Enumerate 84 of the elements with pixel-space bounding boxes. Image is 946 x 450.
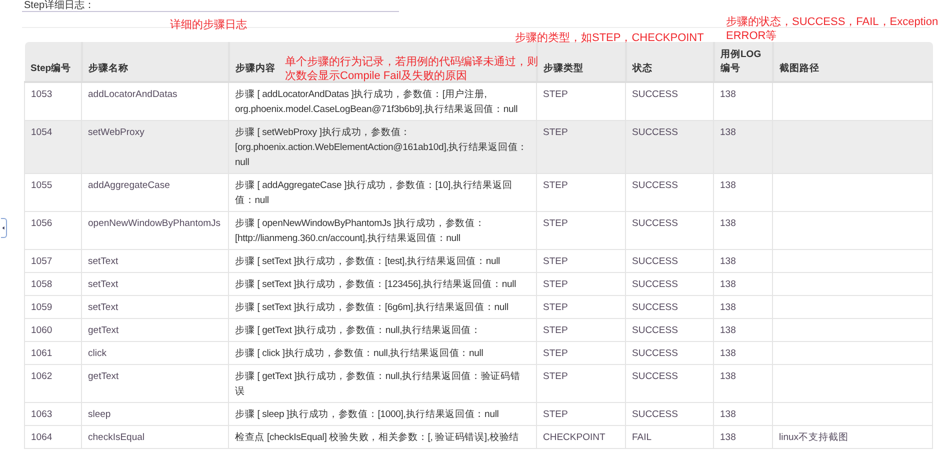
step-name-cell: click xyxy=(88,348,106,359)
status-cell: SUCCESS xyxy=(632,256,678,267)
column-header: 截图路径 xyxy=(772,42,932,82)
step-name-cell: setWebProxy xyxy=(88,127,144,138)
step-type-cell: STEP xyxy=(543,371,568,382)
step-id-cell: 1055 xyxy=(31,180,52,191)
step-id-cell: 1054 xyxy=(31,127,52,138)
step-content-cell: 步骤 [ setWebProxy ]执行成功，参数值：[org.phoenix.action.WebElementAction@161ab10d],执行结果返回值：null xyxy=(235,127,528,168)
step-name-cell: sleep xyxy=(88,409,111,420)
step-content-cell: 步骤 [ getText ]执行成功，参数值：null,执行结果返回值：验证码错误 xyxy=(235,371,520,397)
column-header: 用例LOG编号 xyxy=(714,42,772,82)
status-cell: SUCCESS xyxy=(632,325,678,336)
log-id-cell: 138 xyxy=(720,302,736,313)
step-content-cell: 检查点 [checkIsEqual] 校验失败，相关参数：[, 验证码错误],校验结 xyxy=(235,432,519,443)
step-id-cell: 1058 xyxy=(31,279,52,290)
step-name-cell: getText xyxy=(88,325,119,336)
column-header: 步骤名称 xyxy=(82,42,228,82)
step-content-cell: 步骤 [ sleep ]执行成功，参数值：[1000],执行结果返回值：null xyxy=(235,409,499,420)
log-id-cell: 138 xyxy=(720,371,736,382)
step-content-cell: 步骤 [ setText ]执行成功，参数值：[6g6m],执行结果返回值：null xyxy=(235,302,508,313)
status-cell: SUCCESS xyxy=(632,127,678,138)
status-cell: SUCCESS xyxy=(632,371,678,382)
step-name-cell: setText xyxy=(88,302,118,313)
status-cell: SUCCESS xyxy=(632,279,678,290)
step-id-cell: 1057 xyxy=(31,256,52,267)
step-type-cell: STEP xyxy=(543,325,568,336)
step-type-cell: STEP xyxy=(543,256,568,267)
status-cell: SUCCESS xyxy=(632,180,678,191)
status-cell: SUCCESS xyxy=(632,348,678,359)
step-id-cell: 1056 xyxy=(31,218,52,229)
step-content-cell: 步骤 [ openNewWindowByPhantomJs ]执行成功，参数值：[http://lianmeng.360.cn/account],执行结果返回值：null xyxy=(235,218,485,244)
step-type-cell: STEP xyxy=(543,302,568,313)
step-id-cell: 1063 xyxy=(31,409,52,420)
log-id-cell: 138 xyxy=(720,180,736,191)
log-id-cell: 138 xyxy=(720,432,736,443)
annotation-note: 步骤的类型，如STEP，CHECKPOINT xyxy=(515,31,704,45)
step-type-cell: STEP xyxy=(543,348,568,359)
status-cell: SUCCESS xyxy=(632,218,678,229)
step-name-cell: addAggregateCase xyxy=(88,180,170,191)
step-name-cell: openNewWindowByPhantomJs xyxy=(88,218,221,229)
step-type-cell: STEP xyxy=(543,127,568,138)
step-id-cell: 1060 xyxy=(31,325,52,336)
log-id-cell: 138 xyxy=(720,409,736,420)
step-type-cell: CHECKPOINT xyxy=(543,432,606,443)
step-type-cell: STEP xyxy=(543,409,568,420)
step-name-cell: getText xyxy=(88,371,119,382)
step-id-cell: 1061 xyxy=(31,348,52,359)
log-id-cell: 138 xyxy=(720,256,736,267)
status-cell: SUCCESS xyxy=(632,302,678,313)
step-content-cell: 步骤 [ addLocatorAndDatas ]执行成功，参数值：[用户注册, org.phoenix.model.CaseLogBean@71f3b6b9],执行结果返回值：null xyxy=(235,89,518,115)
log-id-cell: 138 xyxy=(720,325,736,336)
collapse-handle-icon[interactable] xyxy=(1,218,7,238)
log-id-cell: 138 xyxy=(720,218,736,229)
step-content-cell: 步骤 [ setText ]执行成功，参数值：[test],执行结果返回值：null xyxy=(235,256,500,267)
annotation-note: 详细的步骤日志 xyxy=(170,18,247,32)
column-header: 步骤类型 xyxy=(536,42,626,82)
column-header: 状态 xyxy=(626,42,714,82)
step-id-cell: 1064 xyxy=(31,432,52,443)
step-id-cell: 1059 xyxy=(31,302,52,313)
step-name-cell: checkIsEqual xyxy=(88,432,145,443)
screenshot-path-cell: linux不支持截图 xyxy=(779,432,849,443)
step-name-cell: addLocatorAndDatas xyxy=(88,89,178,100)
step-content-cell: 步骤 [ getText ]执行成功，参数值：null,执行结果返回值： xyxy=(235,325,481,336)
step-name-cell: setText xyxy=(88,256,118,267)
status-cell: FAIL xyxy=(632,432,652,443)
status-cell: SUCCESS xyxy=(632,409,678,420)
step-content-cell: 步骤 [ addAggregateCase ]执行成功，参数值：[10],执行结果返回值：null xyxy=(235,180,512,206)
step-id-cell: 1053 xyxy=(31,89,52,100)
step-name-cell: setText xyxy=(88,279,118,290)
log-id-cell: 138 xyxy=(720,89,736,100)
step-type-cell: STEP xyxy=(543,180,568,191)
step-type-cell: STEP xyxy=(543,279,568,290)
step-type-cell: STEP xyxy=(543,218,568,229)
column-header: Step编号 xyxy=(24,42,82,82)
log-id-cell: 138 xyxy=(720,127,736,138)
annotation-note: 单个步骤的行为记录，若用例的代码编译未通过，则 次数会显示Compile Fail及失败的原因 xyxy=(285,55,538,83)
step-content-cell: 步骤 [ setText ]执行成功，参数值：[123456],执行结果返回值：null xyxy=(235,279,516,290)
step-content-cell: 步骤 [ click ]执行成功，参数值：null,执行结果返回值：null xyxy=(235,348,484,359)
status-cell: SUCCESS xyxy=(632,89,678,100)
step-id-cell: 1062 xyxy=(31,371,52,382)
annotation-note: 步骤的状态，SUCCESS，FAIL，Exception ERROR等 xyxy=(726,15,938,43)
step-type-cell: STEP xyxy=(543,89,568,100)
log-id-cell: 138 xyxy=(720,279,736,290)
log-id-cell: 138 xyxy=(720,348,736,359)
